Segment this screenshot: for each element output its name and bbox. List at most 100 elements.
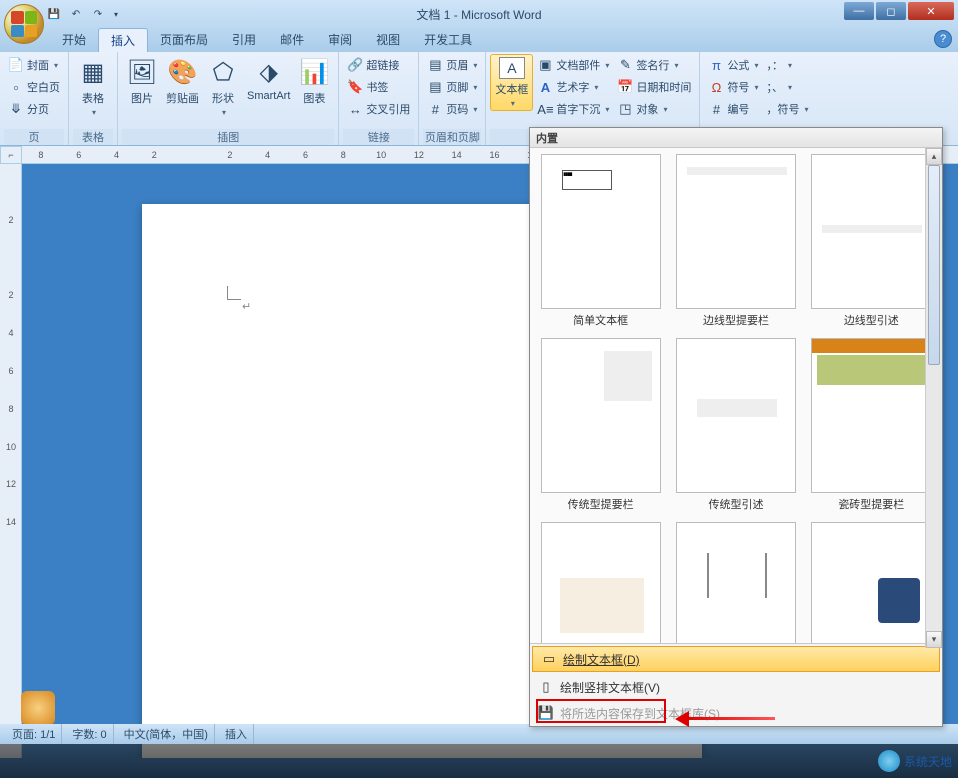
help-button[interactable]: ? (934, 30, 952, 48)
ribbon-tabs: 开始 插入 页面布局 引用 邮件 审阅 视图 开发工具 ? (0, 28, 958, 52)
cover-page-icon: 📄 (8, 57, 24, 73)
table-icon: ▦ (77, 56, 109, 88)
blank-page-button[interactable]: ▫空白页 (4, 76, 64, 98)
ruler-corner: ⌐ (0, 146, 22, 164)
tab-mailings[interactable]: 邮件 (268, 28, 316, 52)
qat-save-icon[interactable]: 💾 (44, 5, 64, 23)
datetime-button[interactable]: 📅日期和时间 (613, 76, 695, 98)
status-insertmode[interactable]: 插入 (219, 724, 254, 744)
minimize-button[interactable]: — (844, 2, 874, 20)
shapes-icon: ⬠ (207, 56, 239, 88)
number-icon: # (708, 101, 724, 117)
footer-button[interactable]: ▤页脚▾ (423, 76, 481, 98)
wordart-button[interactable]: A艺术字▾ (533, 76, 613, 98)
ribbon-group-headerfooter: ▤页眉▾ ▤页脚▾ #页码▾ 页眉和页脚 (419, 52, 486, 145)
group-label-illustrations: 插图 (122, 129, 334, 145)
scroll-up-button[interactable]: ▴ (926, 148, 942, 165)
crossref-button[interactable]: ↔交叉引用 (343, 98, 414, 120)
equation-button[interactable]: π公式▾ (704, 54, 762, 76)
punct1-button[interactable]: ，：▾ (762, 54, 812, 76)
qat-dropdown-icon[interactable]: ▾ (110, 5, 122, 23)
footer-icon: ▤ (427, 79, 443, 95)
gallery-item-label: 传统型提要栏 (568, 493, 634, 518)
gallery-thumbnail (676, 338, 796, 493)
status-language[interactable]: 中文(简体，中国) (118, 724, 215, 744)
gallery-footer: ▭ 绘制文本框(D) ▯ 绘制竖排文本框(V) 💾 将所选内容保存到文本框库(S… (530, 643, 942, 726)
hyperlink-icon: 🔗 (347, 57, 363, 73)
page-break-button[interactable]: ⤋分页 (4, 98, 64, 120)
quickparts-button[interactable]: ▣文档部件▾ (533, 54, 613, 76)
draw-textbox-item[interactable]: ▭ 绘制文本框(D) (532, 646, 940, 672)
desktop-shortcut-icon (21, 691, 55, 725)
close-button[interactable]: ✕ (908, 2, 954, 20)
gallery-item[interactable]: 传统型提要栏 (536, 338, 665, 518)
gallery-item[interactable]: 传统型引述 (671, 338, 800, 518)
gallery-scrollbar[interactable]: ▴ ▾ (925, 148, 942, 648)
equation-icon: π (708, 57, 724, 73)
clipart-icon: 🎨 (167, 56, 199, 88)
draw-vertical-textbox-icon: ▯ (538, 679, 554, 695)
gallery-thumbnail (676, 522, 796, 643)
ribbon-group-illustrations: 🖼图片 🎨剪贴画 ⬠形状▾ ⬗SmartArt 📊图表 插图 (118, 52, 339, 145)
symbol-button[interactable]: Ω符号▾ (704, 76, 762, 98)
maximize-button[interactable]: ◻ (876, 2, 906, 20)
number-button[interactable]: #编号 (704, 98, 762, 120)
windows-taskbar[interactable] (0, 744, 958, 778)
tab-home[interactable]: 开始 (50, 28, 98, 52)
vertical-ruler[interactable]: 22468101214 (0, 164, 22, 758)
tab-insert[interactable]: 插入 (98, 28, 148, 52)
gallery-item[interactable]: 边线型引述 (807, 154, 936, 334)
punct2-button[interactable]: ；、▾ (762, 76, 812, 98)
tab-pagelayout[interactable]: 页面布局 (148, 28, 220, 52)
window-controls: — ◻ ✕ (844, 2, 954, 20)
paragraph-mark-icon: ↵ (242, 300, 251, 313)
punct3-button[interactable]: ，符号▾ (762, 98, 812, 120)
status-wordcount[interactable]: 字数: 0 (66, 724, 113, 744)
header-button[interactable]: ▤页眉▾ (423, 54, 481, 76)
scroll-thumb[interactable] (928, 165, 940, 365)
gallery-item[interactable]: 瓷砖型引述 (536, 522, 665, 643)
draw-vertical-textbox-item[interactable]: ▯ 绘制竖排文本框(V) (530, 674, 942, 700)
qat-undo-icon[interactable]: ↶ (66, 5, 86, 23)
bookmark-button[interactable]: 🔖书签 (343, 76, 414, 98)
crossref-icon: ↔ (347, 101, 363, 117)
picture-icon: 🖼 (126, 56, 158, 88)
picture-button[interactable]: 🖼图片 (122, 54, 162, 108)
cover-page-button[interactable]: 📄封面▾ (4, 54, 64, 76)
tab-developer[interactable]: 开发工具 (412, 28, 484, 52)
gallery-item[interactable]: 瓷砖型提要栏 (807, 338, 936, 518)
title-bar: 💾 ↶ ↷ ▾ 文档 1 - Microsoft Word — ◻ ✕ (0, 0, 958, 28)
save-gallery-icon: 💾 (538, 705, 554, 721)
gallery-item[interactable]: ████简单文本框 (536, 154, 665, 334)
qat-redo-icon[interactable]: ↷ (88, 5, 108, 23)
office-logo-icon (11, 11, 37, 37)
gallery-section-header: 内置 (530, 128, 942, 148)
gallery-item[interactable]: 大括号型引述 (671, 522, 800, 643)
clipart-button[interactable]: 🎨剪贴画 (162, 54, 203, 108)
gallery-item[interactable]: 边线型提要栏 (671, 154, 800, 334)
blank-page-icon: ▫ (8, 79, 24, 95)
gallery-item-label: 瓷砖型提要栏 (838, 493, 904, 518)
watermark-icon (878, 750, 900, 772)
tab-review[interactable]: 审阅 (316, 28, 364, 52)
hyperlink-button[interactable]: 🔗超链接 (343, 54, 414, 76)
shapes-button[interactable]: ⬠形状▾ (203, 54, 243, 119)
smartart-button[interactable]: ⬗SmartArt (243, 54, 294, 104)
textbox-icon: A (499, 57, 525, 79)
office-button[interactable] (4, 4, 44, 44)
ribbon-group-tables: ▦表格▾ 表格 (69, 52, 118, 145)
object-button[interactable]: ◳对象▾ (613, 98, 695, 120)
pagenumber-button[interactable]: #页码▾ (423, 98, 481, 120)
dropcap-icon: A≡ (537, 101, 553, 117)
signature-button[interactable]: ✎签名行▾ (613, 54, 695, 76)
dropcap-button[interactable]: A≡首字下沉▾ (533, 98, 613, 120)
status-page[interactable]: 页面: 1/1 (6, 724, 62, 744)
textbox-button[interactable]: A文本框▾ (490, 54, 533, 111)
gallery-body[interactable]: ████简单文本框边线型提要栏边线型引述传统型提要栏 传统型引述瓷砖型提要栏瓷砖型… (530, 148, 942, 643)
tab-view[interactable]: 视图 (364, 28, 412, 52)
chart-button[interactable]: 📊图表 (294, 54, 334, 108)
table-button[interactable]: ▦表格▾ (73, 54, 113, 119)
tab-references[interactable]: 引用 (220, 28, 268, 52)
gallery-item[interactable]: 大括号型引述 2 (807, 522, 936, 643)
scroll-down-button[interactable]: ▾ (926, 631, 942, 648)
